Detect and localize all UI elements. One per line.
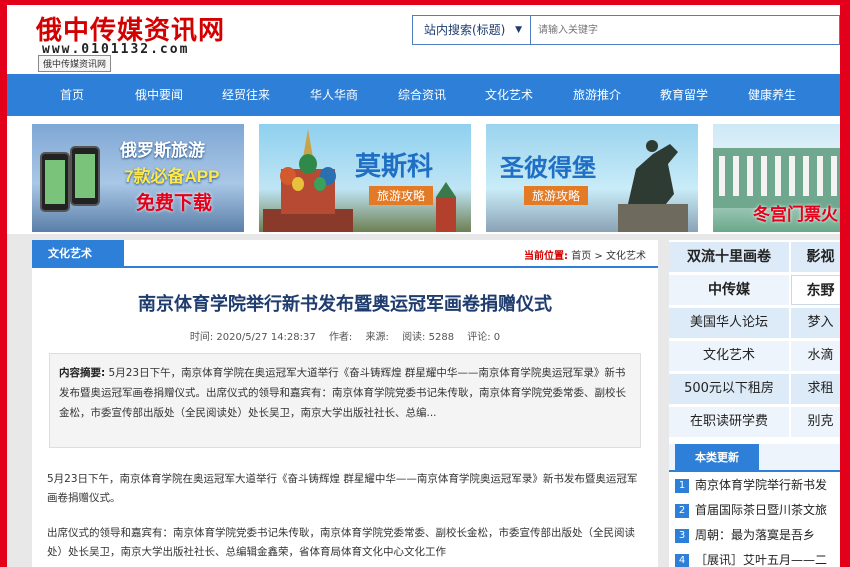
item-number: 1 <box>675 478 689 493</box>
search-scope-select[interactable]: 站内搜索(标题) ▼ <box>413 16 531 44</box>
article-comments: 评论: 0 <box>467 332 501 343</box>
chevron-down-icon: ▼ <box>515 25 522 35</box>
sidebar-link[interactable]: 双流十里画卷 <box>669 242 789 272</box>
article-time: 时间: 2020/5/27 14:28:37 <box>189 332 316 343</box>
item-number: 4 <box>675 553 689 567</box>
sidebar-link[interactable]: 求租 <box>791 374 850 404</box>
article-source: 来源: <box>365 332 389 343</box>
sidebar-link[interactable]: 水滴 <box>791 341 850 371</box>
search-box: 站内搜索(标题) ▼ <box>412 15 840 45</box>
item-title[interactable]: 周朝：最为落寞是吾乡 <box>695 528 815 542</box>
article-summary: 内容摘要: 5月23日下午，南京体育学院在奥运冠军大道举行《奋斗铸辉煌 群星耀中… <box>49 353 641 448</box>
search-input[interactable] <box>532 16 832 44</box>
banner-moscow[interactable]: 莫斯科 旅游攻略 <box>259 124 471 232</box>
item-title[interactable]: ［展讯］艾叶五月——二 <box>695 553 827 567</box>
phone-image <box>70 146 100 206</box>
breadcrumb-current[interactable]: 文化艺术 <box>606 251 646 262</box>
latest-item[interactable]: 2 首届国际茶日暨川茶文旅 <box>675 498 850 522</box>
sidebar-link[interactable]: 东野 <box>791 275 850 305</box>
article-panel: 文化艺术 当前位置: 首页 > 文化艺术 南京体育学院举行新书发布暨奥运冠军画卷… <box>32 240 658 567</box>
breadcrumb-separator: > <box>594 251 603 262</box>
nav-item-education[interactable]: 教育留学 <box>660 74 708 116</box>
article-meta: 时间: 2020/5/27 14:28:37 作者: 来源: 阅读: 5288 … <box>32 328 658 343</box>
banner-st-petersburg[interactable]: 圣彼得堡 旅游攻略 <box>486 124 698 232</box>
banner-title: 圣彼得堡 <box>500 155 596 182</box>
sidebar-link[interactable]: 影视 <box>791 242 850 272</box>
banner-hermitage[interactable]: 冬宫门票火 <box>713 124 848 232</box>
nav-item-general-news[interactable]: 综合资讯 <box>398 74 446 116</box>
summary-text: 5月23日下午，南京体育学院在奥运冠军大道举行《奋斗铸辉煌 群星耀中华——南京体… <box>59 367 626 419</box>
kremlin-tower-image <box>436 182 456 232</box>
search-scope-label: 站内搜索(标题) <box>424 23 506 37</box>
latest-item[interactable]: 4 ［展讯］艾叶五月——二 <box>675 548 850 567</box>
sidebar-link[interactable]: 别克 <box>791 407 850 437</box>
sidebar-link[interactable]: 500元以下租房 <box>669 374 789 404</box>
banner-title: 莫斯科 <box>355 151 434 181</box>
latest-item[interactable]: 1 南京体育学院举行新书发 <box>675 473 850 497</box>
article-paragraph: 出席仪式的领导和嘉宾有：南京体育学院党委书记朱传耿，南京体育学院党委常委、副校长… <box>47 527 635 558</box>
item-number: 2 <box>675 503 689 518</box>
sidebar-link[interactable]: 文化艺术 <box>669 341 789 371</box>
latest-item[interactable]: 3 周朝：最为落寞是吾乡 <box>675 523 850 547</box>
banner-title: 冬宫门票火 <box>753 205 838 224</box>
summary-label: 内容摘要: <box>59 367 106 379</box>
phone-image <box>40 152 70 212</box>
banner-cta: 免费下载 <box>136 193 213 214</box>
sidebar-link[interactable]: 在职读研学费 <box>669 407 789 437</box>
banner-subtitle: 旅游攻略 <box>524 186 589 205</box>
sidebar-link[interactable]: 美国华人论坛 <box>669 308 789 338</box>
nav-item-home[interactable]: 首页 <box>60 74 84 116</box>
category-tab[interactable]: 文化艺术 <box>32 240 124 268</box>
st-basils-cathedral-image <box>263 129 353 232</box>
sidebar-link[interactable]: 梦入 <box>791 308 850 338</box>
latest-updates-tab[interactable]: 本类更新 <box>675 444 759 472</box>
article-title: 南京体育学院举行新书发布暨奥运冠军画卷捐赠仪式 <box>138 294 552 314</box>
item-title[interactable]: 首届国际茶日暨川茶文旅 <box>695 503 827 517</box>
banner-strip: 俄罗斯旅游 7款必备APP 免费下载 莫斯科 旅游攻略 圣彼得堡 旅游攻略 冬宫… <box>0 116 850 234</box>
item-number: 3 <box>675 528 689 543</box>
article-author: 作者: <box>328 332 353 343</box>
latest-updates-header: 本类更新 <box>669 444 850 472</box>
banner-subtitle: 7款必备APP <box>124 167 220 186</box>
breadcrumb: 当前位置: 首页 > 文化艺术 <box>524 247 646 262</box>
nav-item-health[interactable]: 健康养生 <box>748 74 796 116</box>
sidebar: 双流十里画卷 影视 中传媒 东野 美国华人论坛 梦入 文化艺术 水滴 500元以… <box>669 240 850 567</box>
site-header: 俄中传媒资讯网 www.0101132.com 俄中传媒资讯网 站内搜索(标题)… <box>0 0 850 74</box>
breadcrumb-label: 当前位置: <box>524 251 569 262</box>
sidebar-link[interactable]: 中传媒 <box>669 275 789 305</box>
nav-item-trade[interactable]: 经贸往来 <box>222 74 270 116</box>
logo-tooltip: 俄中传媒资讯网 <box>38 55 112 72</box>
article-views: 阅读: 5288 <box>402 332 455 343</box>
article-paragraph: 5月23日下午，南京体育学院在奥运冠军大道举行《奋斗铸辉煌 群星耀中华——南京体… <box>47 473 638 504</box>
main-nav: 首页 俄中要闻 经贸往来 华人华商 综合资讯 文化艺术 旅游推介 教育留学 健康… <box>0 74 850 116</box>
nav-item-russia-china-news[interactable]: 俄中要闻 <box>135 74 183 116</box>
nav-item-chinese-community[interactable]: 华人华商 <box>310 74 358 116</box>
bronze-horseman-image <box>618 140 688 232</box>
article-header-bar: 文化艺术 当前位置: 首页 > 文化艺术 <box>32 240 658 268</box>
nav-item-culture-art[interactable]: 文化艺术 <box>485 74 533 116</box>
banner-russia-travel-apps[interactable]: 俄罗斯旅游 7款必备APP 免费下载 <box>32 124 244 232</box>
nav-item-travel[interactable]: 旅游推介 <box>573 74 621 116</box>
item-title[interactable]: 南京体育学院举行新书发 <box>695 478 827 492</box>
breadcrumb-home[interactable]: 首页 <box>571 251 591 262</box>
banner-title: 俄罗斯旅游 <box>120 141 205 160</box>
